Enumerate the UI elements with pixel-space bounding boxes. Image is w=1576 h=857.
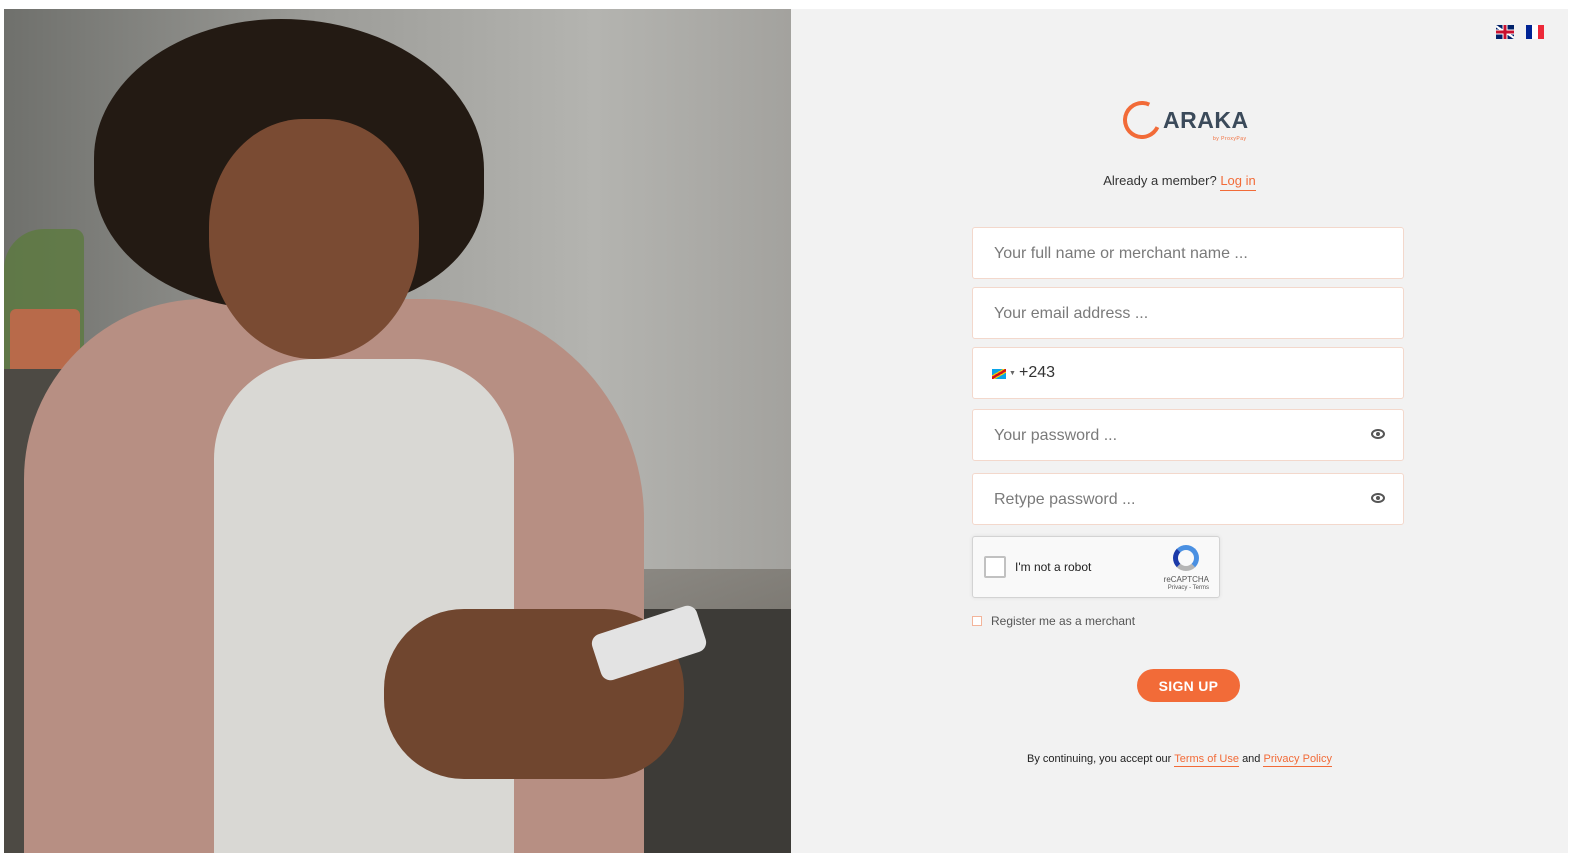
eye-icon[interactable] <box>1371 429 1385 439</box>
full-name-input[interactable] <box>992 228 1356 280</box>
login-link[interactable]: Log in <box>1220 173 1256 191</box>
recaptcha-brand: reCAPTCHA <box>1163 575 1209 584</box>
merchant-checkbox[interactable] <box>972 616 982 626</box>
retype-password-input[interactable] <box>992 474 1356 526</box>
drc-flag-icon[interactable] <box>992 369 1006 379</box>
merchant-option[interactable]: Register me as a merchant <box>972 614 1135 628</box>
language-switcher <box>1496 25 1544 39</box>
password-input[interactable] <box>992 410 1356 462</box>
terms-conjunction: and <box>1242 753 1261 765</box>
photo-face <box>209 119 419 359</box>
merchant-label: Register me as a merchant <box>991 614 1136 628</box>
logo-text: ARAKA by ProxyPay <box>1163 106 1249 142</box>
logo-ring-icon <box>1117 95 1167 145</box>
france-flag-icon[interactable] <box>1526 25 1544 39</box>
phone-field[interactable]: ▼ +243 <box>972 347 1404 399</box>
terms-of-use-link[interactable]: Terms of Use <box>1174 753 1239 767</box>
araka-logo: ARAKA by ProxyPay <box>1117 95 1249 145</box>
sign-up-button[interactable]: SIGN UP <box>1137 669 1240 702</box>
phone-country-code[interactable]: +243 <box>1019 364 1055 382</box>
recaptcha-label: I'm not a robot <box>1015 560 1092 574</box>
terms-prefix: By continuing, you accept our <box>1027 753 1172 765</box>
recaptcha-widget: I'm not a robot reCAPTCHA Privacy - Term… <box>972 536 1220 598</box>
full-name-field[interactable] <box>972 227 1404 280</box>
chevron-down-icon[interactable]: ▼ <box>1009 370 1016 377</box>
recaptcha-links[interactable]: Privacy - Terms <box>1168 585 1209 591</box>
email-field[interactable] <box>972 287 1404 340</box>
hero-photo <box>4 9 791 853</box>
member-prompt-text: Already a member? <box>1103 173 1217 188</box>
recaptcha-icon <box>1173 545 1199 571</box>
eye-icon[interactable] <box>1371 493 1385 503</box>
terms-notice: By continuing, you accept our Terms of U… <box>791 753 1568 767</box>
signup-panel: ARAKA by ProxyPay Already a member? Log … <box>791 9 1568 853</box>
page-frame: ARAKA by ProxyPay Already a member? Log … <box>4 9 1568 853</box>
recaptcha-checkbox[interactable] <box>984 556 1006 578</box>
member-prompt: Already a member? Log in <box>791 173 1568 191</box>
privacy-policy-link[interactable]: Privacy Policy <box>1263 753 1332 767</box>
password-field[interactable] <box>972 409 1404 462</box>
email-input[interactable] <box>992 288 1356 340</box>
logo-subtitle: by ProxyPay <box>1212 135 1247 142</box>
retype-password-field[interactable] <box>972 473 1404 526</box>
uk-flag-icon[interactable] <box>1496 25 1514 39</box>
